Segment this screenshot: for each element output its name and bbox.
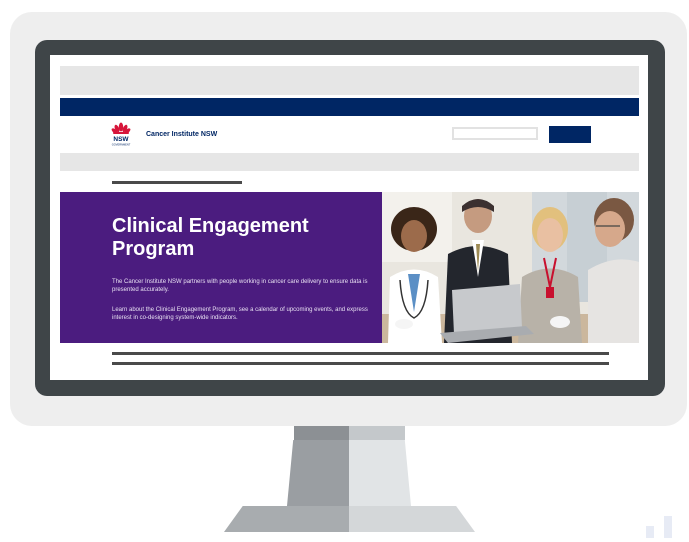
hero-banner: Clinical Engagement Program The Cancer I…: [60, 192, 382, 343]
hero-paragraph-intro: The Cancer Institute NSW partners with p…: [112, 279, 368, 293]
content-placeholder-line: [112, 362, 609, 365]
breadcrumb-placeholder-line: [112, 181, 242, 184]
navigation-bar: [60, 153, 639, 171]
decorative-bar: [664, 516, 672, 538]
svg-text:NSW: NSW: [113, 136, 129, 143]
hero-photo: [382, 192, 639, 343]
monitor-screen: NSW GOVERNMENT Cancer Institute NSW Clin…: [50, 55, 648, 380]
hero-paragraph-details: Learn about the Clinical Engagement Prog…: [112, 307, 368, 321]
search-button[interactable]: [549, 126, 591, 143]
top-gray-bar: [60, 66, 639, 95]
hero-title: Clinical Engagement Program: [112, 215, 309, 260]
monitor-stand-neck: [287, 440, 349, 506]
decorative-bar: [646, 526, 654, 538]
svg-text:GOVERNMENT: GOVERNMENT: [112, 143, 131, 147]
waratah-logo-icon[interactable]: NSW GOVERNMENT: [110, 121, 132, 147]
monitor-stand-base: [349, 506, 475, 532]
navy-top-band: [60, 98, 639, 116]
brand-name[interactable]: Cancer Institute NSW: [146, 131, 217, 138]
monitor-stand-neck: [349, 440, 411, 506]
search-input[interactable]: [452, 127, 538, 140]
monitor-stand-base: [224, 506, 349, 532]
content-placeholder-line: [112, 352, 609, 355]
monitor-stand-collar: [349, 426, 405, 440]
monitor-stand-collar: [294, 426, 349, 440]
